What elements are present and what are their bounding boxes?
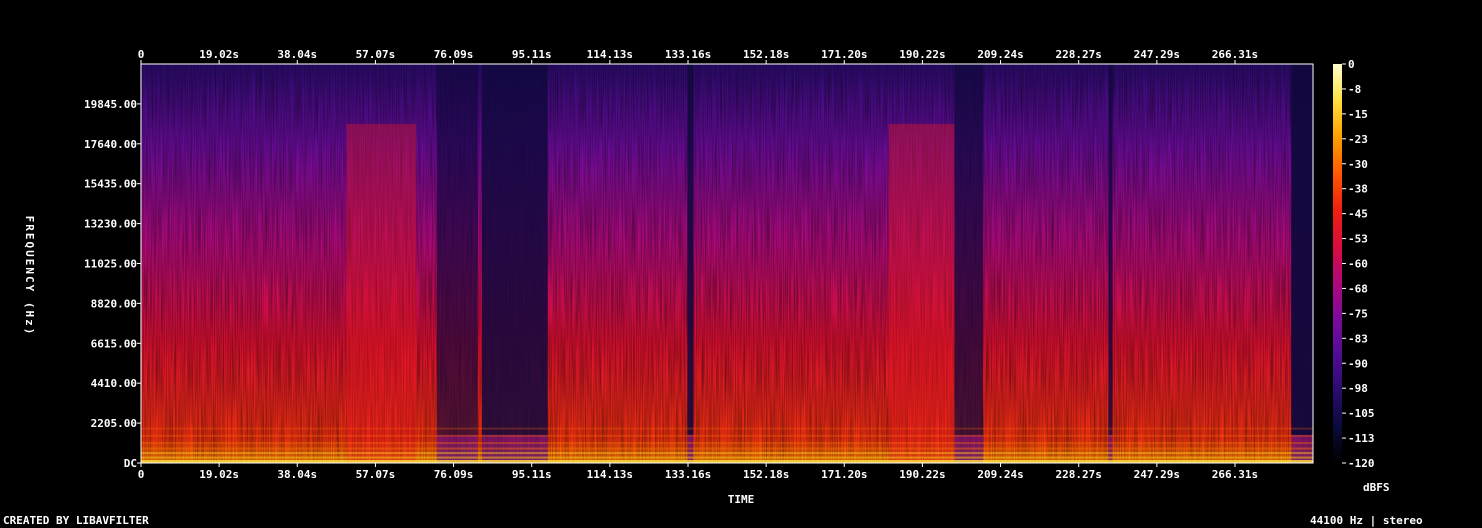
bottom-tick-label: 0 — [138, 468, 145, 481]
bottom-tick-label: 57.07s — [356, 468, 396, 481]
top-tick-label: 57.07s — [356, 48, 396, 61]
top-tick-label: 133.16s — [665, 48, 711, 61]
colorbar-tick-label: -98 — [1348, 382, 1368, 395]
colorbar-tick-label: -23 — [1348, 133, 1368, 146]
bottom-time-axis: 0 19.02s 38.04s 57.07s 76.09s 95.11s 114.13s 13… — [138, 463, 1258, 481]
colorbar-label: dBFS — [1363, 481, 1390, 494]
top-tick-label: 76.09s — [434, 48, 474, 61]
harmonic-band — [141, 452, 1313, 455]
bottom-tick-label: 209.24s — [977, 468, 1023, 481]
top-tick-label: 171.20s — [821, 48, 867, 61]
quiet-segment — [1291, 64, 1313, 436]
colorbar-ticks: 0 -8 -15 -23 -30 -38 -45 -53 -60 -68 -75 -83 -90 -98 -… — [1342, 58, 1375, 470]
top-tick-label: 95.11s — [512, 48, 552, 61]
top-tick-label: 0 — [138, 48, 145, 61]
top-tick-label: 209.24s — [977, 48, 1023, 61]
colorbar-tick-label: -53 — [1348, 233, 1368, 246]
colorbar-tick-label: -75 — [1348, 307, 1368, 320]
colorbar-tick-label: -105 — [1348, 407, 1375, 420]
colorbar-gradient — [1333, 64, 1342, 463]
top-time-axis: 0 19.02s 38.04s 57.07s 76.09s 95.11s 114.13s 13… — [138, 48, 1258, 64]
harmonic-band — [141, 442, 1313, 445]
loud-segment — [346, 123, 417, 463]
bottom-tick-label: 266.31s — [1212, 468, 1258, 481]
colorbar-tick-label: -30 — [1348, 158, 1368, 171]
frequency-tick-label: 4410.00 — [91, 377, 137, 390]
bottom-tick-label: 38.04s — [277, 468, 317, 481]
x-axis-label: TIME — [728, 493, 755, 506]
bottom-tick-label: 171.20s — [821, 468, 867, 481]
harmonic-band — [141, 434, 1313, 437]
bottom-tick-label: 247.29s — [1134, 468, 1180, 481]
bottom-tick-label: 76.09s — [434, 468, 474, 481]
frequency-tick-label: 11025.00 — [84, 258, 137, 271]
harmonic-band — [141, 447, 1313, 450]
colorbar-tick-label: -15 — [1348, 108, 1368, 121]
quiet-segment — [687, 64, 694, 436]
frequency-tick-label: 2205.00 — [91, 417, 137, 430]
bottom-tick-label: 133.16s — [665, 468, 711, 481]
frequency-tick-label: DC — [124, 457, 137, 470]
colorbar-tick-label: -120 — [1348, 457, 1375, 470]
harmonic-band — [141, 427, 1313, 430]
sample-rate-label: 44100 Hz | stereo — [1310, 514, 1423, 527]
frequency-tick-label: 13230.00 — [84, 218, 137, 231]
bottom-tick-label: 114.13s — [587, 468, 633, 481]
frequency-tick-label: 15435.00 — [84, 178, 137, 191]
top-tick-label: 38.04s — [277, 48, 317, 61]
colorbar-tick-label: -68 — [1348, 282, 1368, 295]
frequency-tick-label: 8820.00 — [91, 297, 137, 310]
bottom-tick-label: 95.11s — [512, 468, 552, 481]
colorbar-tick-label: -8 — [1348, 83, 1361, 96]
top-tick-label: 266.31s — [1212, 48, 1258, 61]
spectrogram-texture — [141, 64, 1313, 463]
spectrogram-chart: 0 19.02s 38.04s 57.07s 76.09s 95.11s 114.13s 13… — [23, 48, 1390, 506]
top-tick-label: 228.27s — [1056, 48, 1102, 61]
bottom-tick-label: 19.02s — [199, 468, 239, 481]
colorbar-tick-label: -83 — [1348, 332, 1368, 345]
bottom-tick-label: 152.18s — [743, 468, 789, 481]
top-tick-label: 19.02s — [199, 48, 239, 61]
quiet-segment — [1108, 64, 1113, 436]
frequency-tick-label: 17640.00 — [84, 138, 137, 151]
quiet-segment — [954, 64, 984, 436]
frequency-tick-label: 19845.00 — [84, 98, 137, 111]
y-axis-label: FREQUENCY (Hz) — [23, 216, 36, 337]
top-tick-label: 190.22s — [899, 48, 945, 61]
frequency-axis: DC 2205.00 4410.00 6615.00 8820.00 11025.00 13… — [84, 98, 141, 470]
colorbar-tick-label: -90 — [1348, 357, 1368, 370]
colorbar-tick-label: 0 — [1348, 58, 1355, 71]
bottom-tick-label: 190.22s — [899, 468, 945, 481]
spectrogram-heatmap — [141, 64, 1313, 463]
top-tick-label: 152.18s — [743, 48, 789, 61]
bottom-tick-label: 228.27s — [1056, 468, 1102, 481]
loud-segment — [888, 123, 955, 463]
top-tick-label: 247.29s — [1134, 48, 1180, 61]
created-by-label: CREATED BY LIBAVFILTER — [3, 514, 149, 527]
quiet-segment — [481, 64, 548, 436]
quiet-segment — [436, 64, 478, 436]
colorbar-tick-label: -45 — [1348, 208, 1368, 221]
top-tick-label: 114.13s — [587, 48, 633, 61]
harmonic-band — [141, 456, 1313, 459]
frequency-tick-label: 6615.00 — [91, 337, 137, 350]
colorbar: 0 -8 -15 -23 -30 -38 -45 -53 -60 -68 -75 -83 -90 -98 -… — [1333, 58, 1375, 470]
colorbar-tick-label: -60 — [1348, 258, 1368, 271]
colorbar-tick-label: -38 — [1348, 183, 1368, 196]
colorbar-tick-label: -113 — [1348, 432, 1375, 445]
